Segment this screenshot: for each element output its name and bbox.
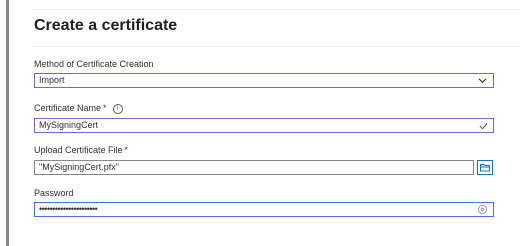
method-select[interactable]: Import [34,73,494,88]
eye-reveal-icon[interactable] [477,204,488,215]
create-certificate-panel: Create a certificate Method of Certifica… [31,16,520,217]
info-icon[interactable]: i [112,103,123,114]
left-divider [6,0,9,246]
password-input[interactable]: •••••••••••••••••••••• [34,202,494,217]
checkmark-icon [479,122,488,130]
password-value: •••••••••••••••••••••• [39,204,98,214]
cert-name-field: Certificate Name * i MySigningCert [34,103,494,133]
title-divider [31,46,520,47]
cert-name-value: MySigningCert [39,120,99,130]
upload-label-row: Upload Certificate File * [34,145,494,156]
folder-icon [480,164,490,172]
required-asterisk: * [124,145,129,155]
cert-name-label: Certificate Name [34,103,102,113]
password-field: Password •••••••••••••••••••••• [34,188,494,217]
upload-file-value: "MySigningCert.pfx" [39,162,119,172]
chevron-down-icon [478,78,487,84]
cert-name-label-row: Certificate Name * i [34,103,494,114]
cert-name-input[interactable]: MySigningCert [34,118,494,133]
upload-file-input[interactable]: "MySigningCert.pfx" [34,160,474,175]
upload-label: Upload Certificate File [34,145,123,155]
top-divider [31,9,520,10]
method-select-value: Import [39,75,65,85]
browse-folder-button[interactable] [477,160,493,175]
method-field: Method of Certificate Creation Import [34,59,494,88]
password-label: Password [34,188,74,198]
method-label: Method of Certificate Creation [34,59,154,69]
page-title: Create a certificate [34,17,178,34]
upload-field: Upload Certificate File * "MySigningCert.… [34,145,494,175]
required-asterisk: * [103,103,107,113]
